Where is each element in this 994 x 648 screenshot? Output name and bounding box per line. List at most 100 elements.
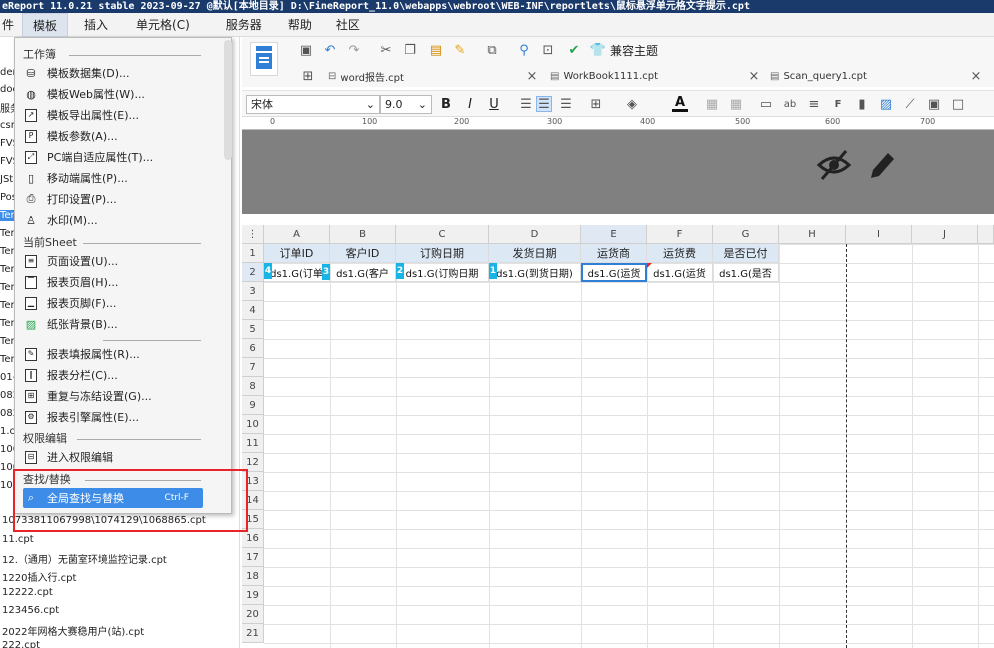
paste-icon[interactable]: ▤ bbox=[428, 42, 444, 58]
header-cell[interactable]: 发货日期 bbox=[489, 244, 581, 263]
compat-theme-label[interactable]: 兼容主题 bbox=[610, 42, 658, 59]
underline-icon[interactable]: U bbox=[486, 96, 502, 112]
spreadsheet[interactable]: ⋮ A B C D E F G H I J 1 2 3 4 5 6 7 8 9 … bbox=[242, 225, 994, 648]
header-cell[interactable]: 运货费 bbox=[647, 244, 713, 263]
menu-item-params[interactable]: P 模板参数(A)... bbox=[23, 126, 223, 146]
column-header[interactable]: J bbox=[912, 225, 978, 244]
more-border-icon[interactable]: □ bbox=[950, 96, 966, 112]
menu-item-web-attr[interactable]: ◍ 模板Web属性(W)... bbox=[23, 84, 223, 104]
font-family-select[interactable]: 宋体 ⌄ bbox=[246, 95, 380, 114]
textbox-icon[interactable]: ▭ bbox=[758, 96, 774, 112]
column-header[interactable]: G bbox=[713, 225, 779, 244]
menu-item-page-setup[interactable]: ≡ 页面设置(U)... bbox=[23, 251, 223, 271]
chart-icon[interactable]: ▮ bbox=[854, 96, 870, 112]
row-header[interactable]: 11 bbox=[242, 434, 264, 453]
data-cell[interactable]: 4 ds1.G(订单 bbox=[264, 263, 330, 282]
italic-icon[interactable]: I bbox=[462, 96, 478, 112]
menu-item-permission[interactable]: ⊟ 进入权限编辑 bbox=[23, 447, 223, 467]
inspect-icon[interactable]: ⊡ bbox=[540, 42, 556, 58]
row-header[interactable]: 8 bbox=[242, 377, 264, 396]
new-template-button[interactable] bbox=[250, 42, 278, 76]
pencil-icon[interactable] bbox=[866, 148, 896, 182]
tree-item[interactable]: 1220插入行.cpt bbox=[2, 569, 76, 584]
merge-icon[interactable]: ▦ bbox=[704, 96, 720, 112]
data-cell[interactable]: ds1.G(运货 bbox=[647, 263, 713, 282]
tree-item-selected[interactable]: Tem bbox=[0, 210, 20, 221]
tree-item[interactable]: 11.cpt bbox=[2, 534, 34, 545]
tab-scan-query[interactable]: ▤ Scan_query1.cpt bbox=[770, 66, 867, 86]
corner-cell[interactable]: ⋮ bbox=[242, 225, 264, 244]
column-header[interactable]: I bbox=[846, 225, 912, 244]
tree-item[interactable]: 12222.cpt bbox=[2, 587, 53, 598]
column-header[interactable]: F bbox=[647, 225, 713, 244]
header-cell[interactable]: 是否已付 bbox=[713, 244, 779, 263]
plugin-icon[interactable]: ⚲ bbox=[516, 42, 532, 58]
row-header[interactable]: 21 bbox=[242, 624, 264, 643]
menu-item-columns[interactable]: ∥ 报表分栏(C)... bbox=[23, 365, 223, 385]
tree-item[interactable]: 12.（通用）无菌室环境监控记录.cpt bbox=[2, 551, 167, 566]
menu-cell[interactable]: 单元格(C) bbox=[124, 13, 202, 37]
align-right-icon[interactable]: ☰ bbox=[558, 96, 574, 112]
menu-item-fill-attr[interactable]: ✎ 报表填报属性(R)... bbox=[23, 344, 223, 364]
menu-file[interactable]: 件 bbox=[0, 13, 22, 37]
close-icon[interactable]: × bbox=[524, 68, 540, 84]
preview-icon[interactable]: ⧉ bbox=[484, 42, 500, 58]
tab-word-report[interactable]: ⊟ word报告.cpt bbox=[328, 66, 404, 86]
row-header[interactable]: 9 bbox=[242, 396, 264, 415]
column-header[interactable]: C bbox=[396, 225, 489, 244]
undo-icon[interactable]: ↶ bbox=[322, 42, 338, 58]
row-header[interactable]: 19 bbox=[242, 586, 264, 605]
menu-item-footer[interactable]: ▁ 报表页脚(F)... bbox=[23, 293, 223, 313]
row-header[interactable]: 10 bbox=[242, 415, 264, 434]
picture-icon[interactable]: ▨ bbox=[878, 96, 894, 112]
header-cell[interactable]: 订单ID bbox=[264, 244, 330, 263]
row-header[interactable]: 6 bbox=[242, 339, 264, 358]
cut-icon[interactable]: ✂ bbox=[378, 42, 394, 58]
formula-icon[interactable]: F bbox=[830, 96, 846, 112]
row-header[interactable]: 1 bbox=[242, 244, 264, 263]
header-cell[interactable]: 客户ID bbox=[330, 244, 396, 263]
grid-icon[interactable]: ⊞ bbox=[300, 68, 316, 84]
menu-item-mobile[interactable]: ▯ 移动端属性(P)... bbox=[23, 168, 223, 188]
format-painter-icon[interactable]: ✎ bbox=[452, 42, 468, 58]
menu-item-freeze[interactable]: ⊞ 重复与冻结设置(G)... bbox=[23, 386, 223, 406]
menu-community[interactable]: 社区 bbox=[324, 13, 372, 37]
align-left-icon[interactable]: ☰ bbox=[518, 96, 534, 112]
tree-item[interactable]: 2022年网格大赛稳用户(站).cpt bbox=[2, 623, 144, 638]
close-icon[interactable]: × bbox=[746, 68, 762, 84]
eye-slash-icon[interactable] bbox=[816, 148, 852, 182]
redo-icon[interactable]: ↷ bbox=[346, 42, 362, 58]
menu-item-watermark[interactable]: ♙ 水印(M)... bbox=[23, 210, 223, 230]
row-header[interactable]: 2 bbox=[242, 263, 264, 282]
subreport-icon[interactable]: ▣ bbox=[926, 96, 942, 112]
row-header[interactable]: 7 bbox=[242, 358, 264, 377]
fill-color-icon[interactable]: ◈ bbox=[624, 96, 640, 112]
text-icon[interactable]: ab bbox=[782, 96, 798, 112]
row-header[interactable]: 3 bbox=[242, 282, 264, 301]
copy-icon[interactable]: ❐ bbox=[402, 42, 418, 58]
tab-workbook[interactable]: ▤ WorkBook1111.cpt bbox=[550, 66, 658, 86]
save-icon[interactable]: ▣ bbox=[298, 42, 314, 58]
tree-item[interactable]: JSt bbox=[0, 174, 13, 185]
column-header[interactable] bbox=[978, 225, 994, 244]
row-header[interactable]: 4 bbox=[242, 301, 264, 320]
menu-item-engine[interactable]: ⚙ 报表引擎属性(E)... bbox=[23, 407, 223, 427]
border-icon[interactable]: ⊞ bbox=[588, 96, 604, 112]
menu-item-export-attr[interactable]: ↗ 模板导出属性(E)... bbox=[23, 105, 223, 125]
tree-item[interactable]: 123456.cpt bbox=[2, 605, 59, 616]
menu-item-header[interactable]: ▔ 报表页眉(H)... bbox=[23, 272, 223, 292]
menu-insert[interactable]: 插入 bbox=[68, 13, 124, 37]
menu-item-background[interactable]: ▨ 纸张背景(B)... bbox=[23, 314, 223, 334]
menu-item-pc-adapt[interactable]: ⤢ PC端自适应属性(T)... bbox=[23, 147, 223, 167]
menu-item-dataset[interactable]: ⛁ 模板数据集(D)... bbox=[23, 63, 223, 83]
column-header[interactable]: H bbox=[779, 225, 846, 244]
data-cell[interactable]: 2 ds1.G(订购日期 bbox=[396, 263, 489, 282]
font-color-icon[interactable]: A bbox=[672, 95, 688, 112]
theme-icon[interactable]: 👕 bbox=[590, 42, 606, 58]
row-header[interactable]: 20 bbox=[242, 605, 264, 624]
tree-item[interactable]: 1.c bbox=[0, 426, 15, 437]
align-center-icon[interactable]: ☰ bbox=[536, 96, 552, 112]
menu-scrollbar[interactable] bbox=[224, 40, 232, 160]
tree-item[interactable]: 222.cpt bbox=[2, 640, 40, 648]
header-cell[interactable]: 运货商 bbox=[581, 244, 647, 263]
